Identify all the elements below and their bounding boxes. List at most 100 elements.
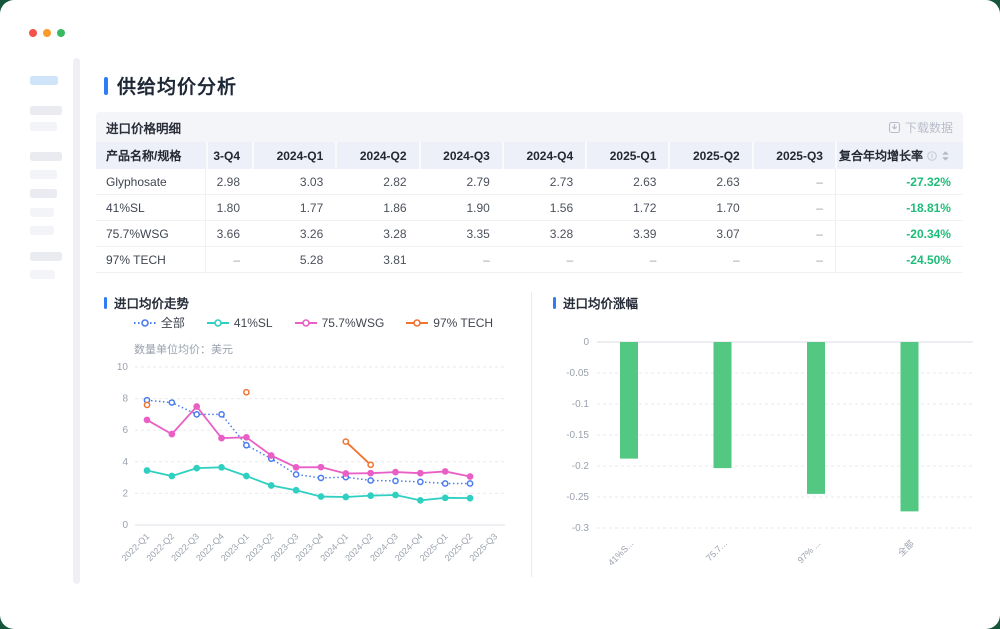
svg-text:41%S...: 41%S... bbox=[606, 538, 635, 567]
sidebar-item-placeholder bbox=[30, 252, 62, 261]
bar-chart-title: 进口均价涨幅 bbox=[563, 293, 638, 312]
download-data-button[interactable]: 下载数据 bbox=[888, 119, 953, 136]
cell-price-value: 2.63 bbox=[668, 169, 751, 194]
column-header-quarter: 2025-Q3 bbox=[752, 142, 835, 169]
column-header-quarter: 3-Q4 bbox=[206, 142, 252, 169]
legend-marker-icon bbox=[406, 318, 428, 328]
cell-cagr-value: -24.50% bbox=[835, 247, 963, 272]
sidebar-item-active bbox=[30, 76, 58, 85]
svg-text:-0.2: -0.2 bbox=[572, 461, 590, 472]
legend-label: 97% TECH bbox=[433, 316, 493, 330]
sidebar-item-placeholder bbox=[30, 122, 57, 131]
svg-text:-0.1: -0.1 bbox=[572, 399, 590, 410]
svg-text:6: 6 bbox=[122, 425, 128, 436]
cell-price-value: 2.63 bbox=[585, 169, 668, 194]
svg-text:2: 2 bbox=[122, 488, 128, 499]
bar[interactable] bbox=[714, 342, 732, 468]
column-header-quarter: 2024-Q3 bbox=[419, 142, 502, 169]
sidebar-item-placeholder bbox=[30, 208, 54, 217]
charts-divider bbox=[531, 292, 532, 577]
download-icon bbox=[888, 121, 901, 134]
bar[interactable] bbox=[807, 342, 825, 494]
cell-price-value: 3.28 bbox=[335, 221, 418, 246]
table-titlebar: 进口价格明细 下载数据 bbox=[96, 112, 963, 142]
page-title: 供给均价分析 bbox=[117, 72, 237, 99]
legend-marker-icon bbox=[207, 318, 229, 328]
cell-price-value: 3.81 bbox=[335, 247, 418, 272]
cell-price-value: 2.98 bbox=[206, 169, 252, 194]
cell-price-value: 3.35 bbox=[419, 221, 502, 246]
legend-label: 全部 bbox=[161, 314, 185, 331]
legend-marker-icon bbox=[134, 318, 156, 328]
page-header: 供给均价分析 bbox=[104, 72, 237, 99]
cell-product-name: 97% TECH bbox=[96, 247, 206, 272]
svg-text:-0.25: -0.25 bbox=[566, 492, 589, 503]
table-row: 41%SL1.801.771.861.901.561.721.70–-18.81… bbox=[96, 195, 963, 221]
cell-price-value: 3.28 bbox=[502, 221, 585, 246]
svg-text:10: 10 bbox=[117, 362, 129, 373]
bar-chart-accent-bar bbox=[553, 297, 556, 309]
download-label: 下载数据 bbox=[905, 119, 953, 136]
cell-price-value: 3.66 bbox=[206, 221, 252, 246]
sidebar-item-placeholder bbox=[30, 152, 62, 161]
legend-label: 41%SL bbox=[234, 316, 273, 330]
column-header-product: 产品名称/规格 bbox=[96, 142, 206, 169]
legend-item[interactable]: 全部 bbox=[134, 314, 185, 331]
cell-price-value: 2.73 bbox=[502, 169, 585, 194]
svg-text:8: 8 bbox=[122, 394, 128, 405]
minimize-window-button[interactable] bbox=[43, 29, 51, 37]
cell-price-value: – bbox=[668, 247, 751, 272]
svg-text:0: 0 bbox=[122, 520, 128, 531]
sidebar-item-placeholder bbox=[30, 189, 57, 198]
column-header-quarter: 2024-Q1 bbox=[252, 142, 335, 169]
svg-text:-0.15: -0.15 bbox=[566, 430, 589, 441]
cell-price-value: – bbox=[502, 247, 585, 272]
cell-cagr-value: -18.81% bbox=[835, 195, 963, 220]
bar[interactable] bbox=[901, 342, 919, 511]
svg-text:全部: 全部 bbox=[895, 538, 916, 559]
title-accent-bar bbox=[104, 77, 108, 95]
cell-product-name: 41%SL bbox=[96, 195, 206, 220]
cell-price-value: – bbox=[752, 221, 835, 246]
svg-text:-0.05: -0.05 bbox=[566, 368, 589, 379]
legend-label: 75.7%WSG bbox=[322, 316, 385, 330]
cell-price-value: – bbox=[419, 247, 502, 272]
cell-price-value: 3.39 bbox=[585, 221, 668, 246]
sidebar-item-placeholder bbox=[30, 170, 57, 179]
sidebar-item-placeholder bbox=[30, 106, 62, 115]
cell-price-value: – bbox=[752, 247, 835, 272]
sidebar-divider bbox=[73, 58, 80, 584]
table-header-row: 产品名称/规格3-Q42024-Q12024-Q22024-Q32024-Q42… bbox=[96, 142, 963, 169]
line-chart-header: 进口均价走势 bbox=[104, 293, 189, 312]
legend-item[interactable]: 75.7%WSG bbox=[295, 314, 385, 331]
sidebar-item-placeholder bbox=[30, 270, 55, 279]
svg-text:75.7...: 75.7... bbox=[704, 538, 729, 563]
legend-item[interactable]: 41%SL bbox=[207, 314, 273, 331]
maximize-window-button[interactable] bbox=[57, 29, 65, 37]
svg-text:0: 0 bbox=[583, 337, 589, 348]
bar-chart-header: 进口均价涨幅 bbox=[553, 293, 638, 312]
cell-price-value: – bbox=[206, 247, 252, 272]
import-price-table-card: 进口价格明细 下载数据 产品名称/规格3-Q42024-Q12024-Q2202… bbox=[96, 112, 963, 273]
column-header-quarter: 2025-Q2 bbox=[668, 142, 751, 169]
svg-text:4: 4 bbox=[122, 457, 128, 468]
bar[interactable] bbox=[620, 342, 638, 459]
cell-price-value: 1.86 bbox=[335, 195, 418, 220]
svg-text:-0.3: -0.3 bbox=[572, 523, 590, 534]
column-header-cagr: 复合年均增长率 bbox=[835, 142, 963, 169]
cell-price-value: 1.70 bbox=[668, 195, 751, 220]
info-icon bbox=[926, 150, 938, 162]
cell-price-value: 5.28 bbox=[252, 247, 335, 272]
bar-chart[interactable]: 0 -0.05 -0.1 -0.15 -0.2 -0.25 -0.3 41%S... 75.7.… bbox=[553, 330, 983, 585]
window-controls bbox=[29, 29, 65, 37]
cell-price-value: 3.03 bbox=[252, 169, 335, 194]
cell-price-value: 3.07 bbox=[668, 221, 751, 246]
cell-price-value: 1.90 bbox=[419, 195, 502, 220]
close-window-button[interactable] bbox=[29, 29, 37, 37]
table-row: 75.7%WSG3.663.263.283.353.283.393.07–-20… bbox=[96, 221, 963, 247]
legend-item[interactable]: 97% TECH bbox=[406, 314, 493, 331]
sort-icon[interactable] bbox=[940, 150, 951, 162]
line-chart[interactable]: 10864202022-Q12022-Q22022-Q32022-Q42023-… bbox=[96, 356, 526, 571]
line-chart-accent-bar bbox=[104, 297, 107, 309]
cell-price-value: 2.82 bbox=[335, 169, 418, 194]
